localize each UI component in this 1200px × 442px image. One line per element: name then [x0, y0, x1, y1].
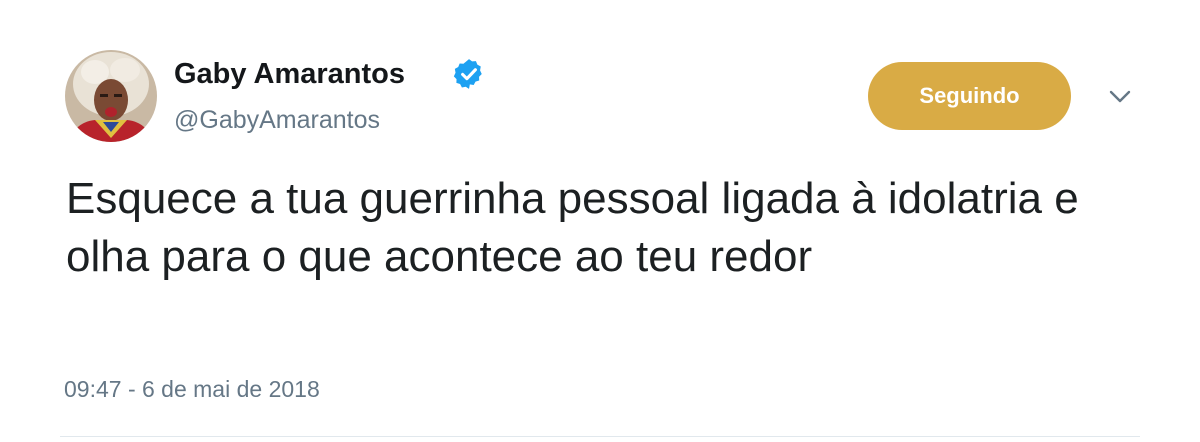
chevron-down-icon[interactable] [1102, 84, 1138, 108]
display-name[interactable]: Gaby Amarantos [174, 58, 405, 91]
divider [60, 436, 1140, 437]
avatar[interactable] [65, 50, 157, 142]
user-handle[interactable]: @GabyAmarantos [174, 106, 380, 135]
following-button[interactable]: Seguindo [868, 62, 1071, 130]
tweet-card: Gaby Amarantos @GabyAmarantos Seguindo E… [0, 0, 1200, 442]
verified-badge-icon [453, 59, 482, 89]
tweet-text: Esquece a tua guerrinha pessoal ligada à… [66, 174, 1079, 281]
tweet-timestamp[interactable]: 09:47 - 6 de mai de 2018 [64, 376, 320, 403]
avatar-image [65, 50, 157, 142]
